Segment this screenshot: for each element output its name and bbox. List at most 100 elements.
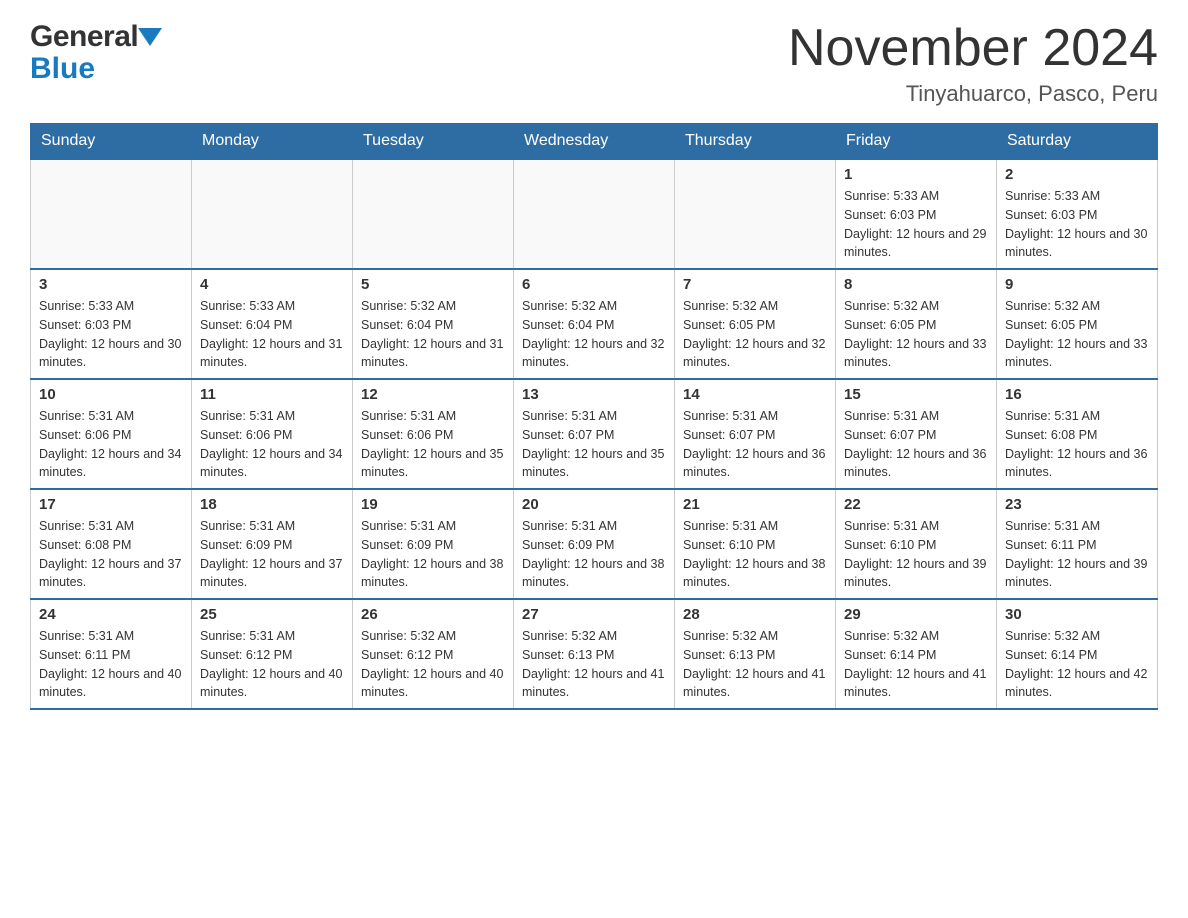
calendar-cell: 13 Sunrise: 5:31 AMSunset: 6:07 PMDayligh…: [514, 379, 675, 489]
calendar-cell: [192, 159, 353, 269]
calendar-cell: 12 Sunrise: 5:31 AMSunset: 6:06 PMDayligh…: [353, 379, 514, 489]
day-sun-info: Sunrise: 5:32 AMSunset: 6:05 PMDaylight:…: [1005, 297, 1149, 372]
day-number: 17: [39, 496, 183, 513]
day-sun-info: Sunrise: 5:32 AMSunset: 6:14 PMDaylight:…: [844, 627, 988, 702]
day-number: 11: [200, 386, 344, 403]
day-number: 27: [522, 606, 666, 623]
calendar-cell: 29 Sunrise: 5:32 AMSunset: 6:14 PMDayligh…: [836, 599, 997, 709]
weekday-header-sunday: Sunday: [31, 124, 192, 160]
day-number: 6: [522, 276, 666, 293]
page-header: General Blue November 2024 Tinyahuarco, …: [30, 20, 1158, 107]
title-section: November 2024 Tinyahuarco, Pasco, Peru: [788, 20, 1158, 107]
day-number: 3: [39, 276, 183, 293]
logo-arrow: [138, 28, 162, 46]
day-sun-info: Sunrise: 5:31 AMSunset: 6:06 PMDaylight:…: [361, 407, 505, 482]
day-number: 10: [39, 386, 183, 403]
weekday-header-saturday: Saturday: [997, 124, 1158, 160]
day-number: 20: [522, 496, 666, 513]
calendar-cell: 15Sunrise: 5:31 AMSunset: 6:07 PMDayligh…: [836, 379, 997, 489]
calendar-cell: 4 Sunrise: 5:33 AMSunset: 6:04 PMDaylight…: [192, 269, 353, 379]
calendar-cell: 19Sunrise: 5:31 AMSunset: 6:09 PMDayligh…: [353, 489, 514, 599]
day-sun-info: Sunrise: 5:32 AMSunset: 6:05 PMDaylight:…: [683, 297, 827, 372]
day-sun-info: Sunrise: 5:33 AMSunset: 6:03 PMDaylight:…: [844, 187, 988, 262]
day-sun-info: Sunrise: 5:31 AMSunset: 6:07 PMDaylight:…: [522, 407, 666, 482]
day-number: 26: [361, 606, 505, 623]
day-number: 2: [1005, 166, 1149, 183]
calendar-week-row: 17 Sunrise: 5:31 AMSunset: 6:08 PMDayligh…: [31, 489, 1158, 599]
weekday-header-tuesday: Tuesday: [353, 124, 514, 160]
day-sun-info: Sunrise: 5:31 AMSunset: 6:08 PMDaylight:…: [39, 517, 183, 592]
day-sun-info: Sunrise: 5:31 AMSunset: 6:11 PMDaylight:…: [1005, 517, 1149, 592]
day-sun-info: Sunrise: 5:31 AMSunset: 6:07 PMDaylight:…: [844, 407, 988, 482]
day-sun-info: Sunrise: 5:33 AMSunset: 6:04 PMDaylight:…: [200, 297, 344, 372]
calendar-cell: 3 Sunrise: 5:33 AMSunset: 6:03 PMDaylight…: [31, 269, 192, 379]
day-sun-info: Sunrise: 5:32 AMSunset: 6:13 PMDaylight:…: [683, 627, 827, 702]
calendar-cell: 6 Sunrise: 5:32 AMSunset: 6:04 PMDaylight…: [514, 269, 675, 379]
day-sun-info: Sunrise: 5:31 AMSunset: 6:06 PMDaylight:…: [200, 407, 344, 482]
day-sun-info: Sunrise: 5:31 AMSunset: 6:08 PMDaylight:…: [1005, 407, 1149, 482]
day-sun-info: Sunrise: 5:33 AMSunset: 6:03 PMDaylight:…: [1005, 187, 1149, 262]
day-sun-info: Sunrise: 5:32 AMSunset: 6:14 PMDaylight:…: [1005, 627, 1149, 702]
day-sun-info: Sunrise: 5:31 AMSunset: 6:10 PMDaylight:…: [683, 517, 827, 592]
day-number: 28: [683, 606, 827, 623]
calendar-cell: 27Sunrise: 5:32 AMSunset: 6:13 PMDayligh…: [514, 599, 675, 709]
calendar-cell: 21 Sunrise: 5:31 AMSunset: 6:10 PMDayligh…: [675, 489, 836, 599]
calendar-week-row: 3 Sunrise: 5:33 AMSunset: 6:03 PMDaylight…: [31, 269, 1158, 379]
calendar-cell: 1 Sunrise: 5:33 AMSunset: 6:03 PMDaylight…: [836, 159, 997, 269]
calendar-cell: [675, 159, 836, 269]
calendar-cell: 7 Sunrise: 5:32 AMSunset: 6:05 PMDaylight…: [675, 269, 836, 379]
day-sun-info: Sunrise: 5:32 AMSunset: 6:05 PMDaylight:…: [844, 297, 988, 372]
day-number: 16: [1005, 386, 1149, 403]
weekday-header-row: SundayMondayTuesdayWednesdayThursdayFrid…: [31, 124, 1158, 160]
logo-triangle-icon: [138, 28, 162, 46]
day-number: 12: [361, 386, 505, 403]
day-sun-info: Sunrise: 5:32 AMSunset: 6:04 PMDaylight:…: [522, 297, 666, 372]
calendar-cell: 23Sunrise: 5:31 AMSunset: 6:11 PMDayligh…: [997, 489, 1158, 599]
day-number: 21: [683, 496, 827, 513]
day-sun-info: Sunrise: 5:33 AMSunset: 6:03 PMDaylight:…: [39, 297, 183, 372]
day-number: 1: [844, 166, 988, 183]
calendar-cell: 20 Sunrise: 5:31 AMSunset: 6:09 PMDayligh…: [514, 489, 675, 599]
day-number: 9: [1005, 276, 1149, 293]
weekday-header-monday: Monday: [192, 124, 353, 160]
calendar-cell: 8Sunrise: 5:32 AMSunset: 6:05 PMDaylight…: [836, 269, 997, 379]
calendar-cell: 14 Sunrise: 5:31 AMSunset: 6:07 PMDayligh…: [675, 379, 836, 489]
day-number: 24: [39, 606, 183, 623]
weekday-header-wednesday: Wednesday: [514, 124, 675, 160]
day-number: 13: [522, 386, 666, 403]
day-sun-info: Sunrise: 5:31 AMSunset: 6:11 PMDaylight:…: [39, 627, 183, 702]
day-sun-info: Sunrise: 5:31 AMSunset: 6:10 PMDaylight:…: [844, 517, 988, 592]
location-subtitle: Tinyahuarco, Pasco, Peru: [788, 81, 1158, 107]
calendar-week-row: 1 Sunrise: 5:33 AMSunset: 6:03 PMDaylight…: [31, 159, 1158, 269]
calendar-cell: 18 Sunrise: 5:31 AMSunset: 6:09 PMDayligh…: [192, 489, 353, 599]
day-number: 5: [361, 276, 505, 293]
day-number: 4: [200, 276, 344, 293]
day-number: 29: [844, 606, 988, 623]
calendar-week-row: 10 Sunrise: 5:31 AMSunset: 6:06 PMDayligh…: [31, 379, 1158, 489]
calendar-cell: [31, 159, 192, 269]
calendar-cell: 28 Sunrise: 5:32 AMSunset: 6:13 PMDayligh…: [675, 599, 836, 709]
calendar-cell: [353, 159, 514, 269]
calendar-cell: 22 Sunrise: 5:31 AMSunset: 6:10 PMDayligh…: [836, 489, 997, 599]
day-number: 14: [683, 386, 827, 403]
calendar-cell: 16 Sunrise: 5:31 AMSunset: 6:08 PMDayligh…: [997, 379, 1158, 489]
calendar-week-row: 24 Sunrise: 5:31 AMSunset: 6:11 PMDayligh…: [31, 599, 1158, 709]
weekday-header-thursday: Thursday: [675, 124, 836, 160]
day-sun-info: Sunrise: 5:31 AMSunset: 6:09 PMDaylight:…: [200, 517, 344, 592]
day-sun-info: Sunrise: 5:31 AMSunset: 6:09 PMDaylight:…: [522, 517, 666, 592]
day-sun-info: Sunrise: 5:31 AMSunset: 6:12 PMDaylight:…: [200, 627, 344, 702]
calendar-cell: 9 Sunrise: 5:32 AMSunset: 6:05 PMDaylight…: [997, 269, 1158, 379]
calendar-cell: 24 Sunrise: 5:31 AMSunset: 6:11 PMDayligh…: [31, 599, 192, 709]
calendar-cell: 25Sunrise: 5:31 AMSunset: 6:12 PMDayligh…: [192, 599, 353, 709]
day-number: 7: [683, 276, 827, 293]
day-number: 22: [844, 496, 988, 513]
calendar-cell: 11 Sunrise: 5:31 AMSunset: 6:06 PMDayligh…: [192, 379, 353, 489]
logo-general-text: General: [30, 20, 138, 54]
day-sun-info: Sunrise: 5:31 AMSunset: 6:07 PMDaylight:…: [683, 407, 827, 482]
day-number: 18: [200, 496, 344, 513]
month-title: November 2024: [788, 20, 1158, 77]
calendar-cell: 30Sunrise: 5:32 AMSunset: 6:14 PMDayligh…: [997, 599, 1158, 709]
calendar-cell: 2 Sunrise: 5:33 AMSunset: 6:03 PMDaylight…: [997, 159, 1158, 269]
calendar-cell: 10Sunrise: 5:31 AMSunset: 6:06 PMDayligh…: [31, 379, 192, 489]
calendar-cell: [514, 159, 675, 269]
